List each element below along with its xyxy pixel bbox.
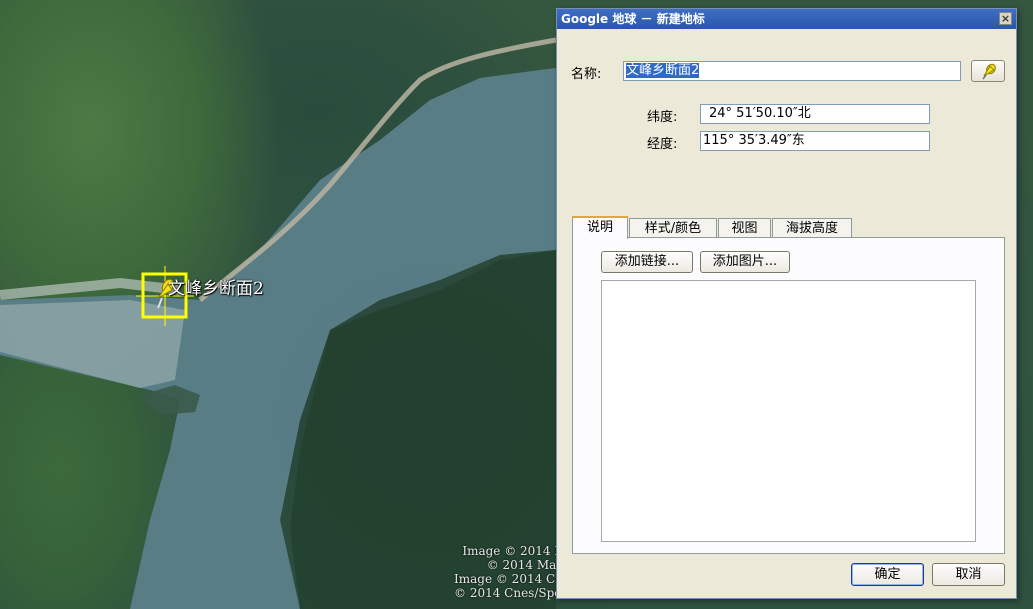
add-image-button[interactable]: 添加图片... [700,251,790,273]
dialog-title: Google 地球 － 新建地标 [561,12,705,26]
description-textarea[interactable] [601,280,976,542]
name-field[interactable]: 文峰乡断面2 [623,61,961,81]
attribution-line: © 2014 Map [486,558,564,572]
latitude-field[interactable]: 24° 51′50.10″北 [700,104,930,124]
bridge-road [0,277,181,300]
ok-button[interactable]: 确定 [851,563,924,586]
tab-style-color[interactable]: 样式/颜色 [629,218,717,238]
tab-altitude[interactable]: 海拔高度 [772,218,852,238]
description-panel: 添加链接... 添加图片... [572,237,1005,554]
placemark-label: 文峰乡断面2 [168,279,264,299]
name-label: 名称: [571,67,602,82]
name-value: 文峰乡断面2 [626,63,700,78]
longitude-field[interactable]: 115° 35′3.49″东 [700,131,930,151]
attribution-line: Image © 2014 D [462,544,564,558]
latitude-label: 纬度: [647,110,678,125]
map-attribution: Image © 2014 D © 2014 Map Image © 2014 C… [454,544,564,600]
placemark-icon-button[interactable] [971,60,1005,82]
cancel-button[interactable]: 取消 [932,563,1005,586]
longitude-label: 经度: [647,137,678,152]
pushpin-icon [982,63,996,80]
attribution-line: © 2014 Cnes/Spot Image [454,586,564,600]
attribution-line: Image © 2014 CN [454,572,564,586]
tab-view[interactable]: 视图 [718,218,771,238]
add-link-button[interactable]: 添加链接... [601,251,693,273]
dialog-titlebar[interactable]: Google 地球 － 新建地标 × [557,9,1016,29]
new-placemark-dialog: Google 地球 － 新建地标 × 名称: 文峰乡断面2 纬度: 24° 51… [556,8,1017,599]
tab-description[interactable]: 说明 [572,216,628,239]
lake-haze [0,300,185,388]
close-button[interactable]: × [999,12,1012,25]
